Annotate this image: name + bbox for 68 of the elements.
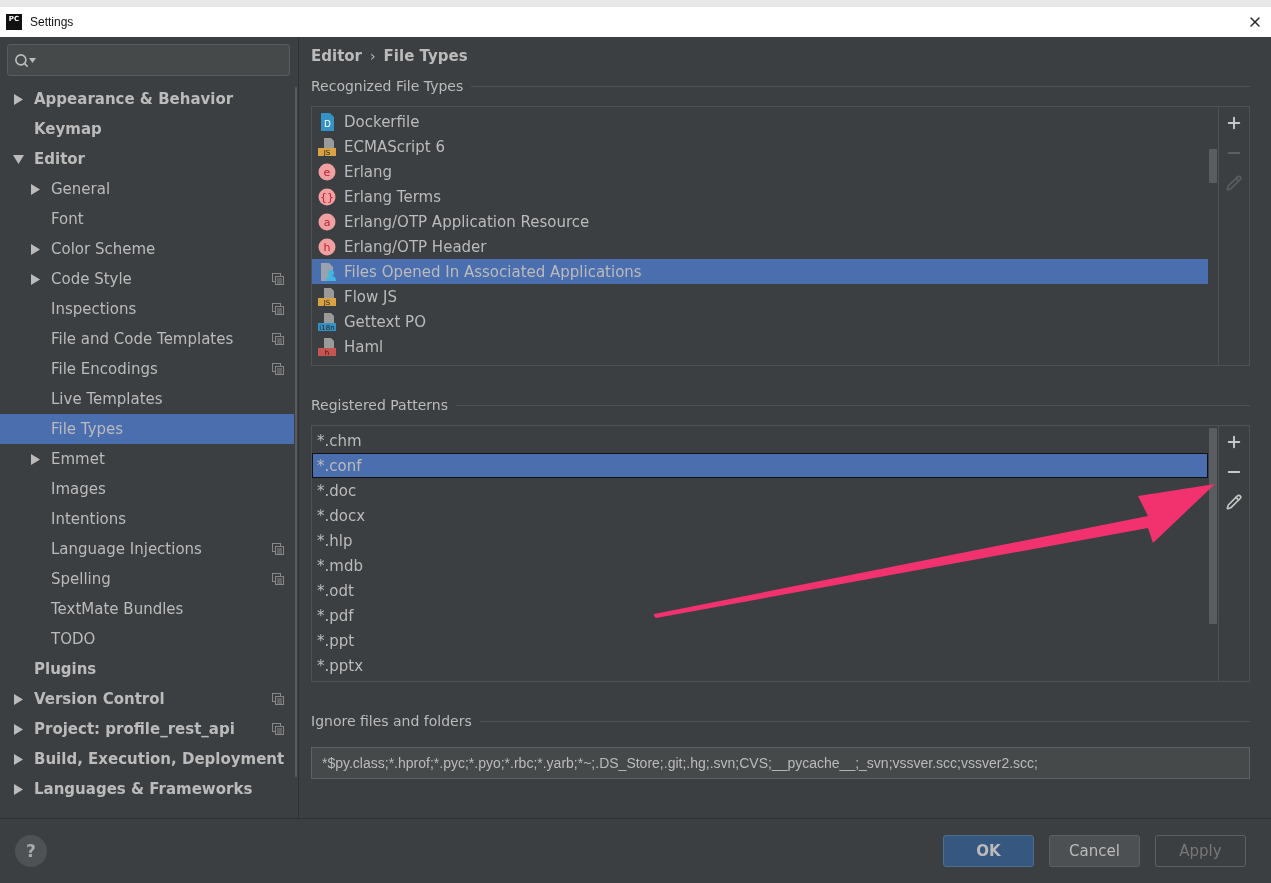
erlang-icon: h [317, 236, 337, 257]
pencil-icon[interactable] [1224, 492, 1244, 512]
tree-item[interactable]: File Encodings [0, 354, 295, 384]
collapsed-arrow-icon[interactable] [12, 753, 24, 765]
tree-item[interactable]: Editor [0, 144, 295, 174]
section-title: Recognized File Types [311, 78, 464, 94]
tree-item[interactable]: Images [0, 474, 295, 504]
pattern-item[interactable]: *.doc [312, 478, 1208, 503]
tree-item[interactable]: Inspections [0, 294, 295, 324]
tree-item[interactable]: Plugins [0, 654, 295, 684]
section-title: Registered Patterns [311, 397, 448, 413]
pattern-item[interactable]: *.pptx [312, 653, 1208, 678]
dialog-button[interactable]: Cancel [1049, 835, 1140, 867]
search-field[interactable] [7, 44, 290, 76]
file-type-item[interactable]: e Erlang [312, 159, 1208, 184]
tree-item[interactable]: Color Scheme [0, 234, 295, 264]
tree-item[interactable]: Appearance & Behavior [0, 84, 295, 114]
tree-item[interactable]: Project: profile_rest_api [0, 714, 295, 744]
scrollbar-thumb[interactable] [1209, 428, 1217, 624]
scrollbar-thumb[interactable] [1209, 149, 1217, 183]
pattern-item[interactable]: *.chm [312, 428, 1208, 453]
file-type-item[interactable]: D Dockerfile [312, 109, 1208, 134]
tree-item[interactable]: General [0, 174, 295, 204]
tree-item[interactable]: Language Injections [0, 534, 295, 564]
collapsed-arrow-icon[interactable] [29, 273, 41, 285]
collapsed-arrow-icon[interactable] [29, 243, 41, 255]
pattern-item[interactable]: *.hlp [312, 528, 1208, 553]
collapsed-arrow-icon[interactable] [12, 723, 24, 735]
pattern-item[interactable]: *.mdb [312, 553, 1208, 578]
collapsed-arrow-icon[interactable] [29, 183, 41, 195]
tree-item[interactable]: Build, Execution, Deployment [0, 744, 295, 774]
erlang-icon: e [317, 161, 337, 182]
tree-item[interactable]: Live Templates [0, 384, 295, 414]
dropdown-caret-icon[interactable] [29, 57, 36, 63]
tree-item[interactable]: Emmet [0, 444, 295, 474]
tree-item[interactable]: Code Style [0, 264, 295, 294]
breadcrumb-item[interactable]: File Types [383, 47, 468, 65]
collapsed-arrow-icon[interactable] [12, 783, 24, 795]
pattern-item[interactable]: *.odt [312, 578, 1208, 603]
pattern-item[interactable]: *.ppt [312, 628, 1208, 653]
search-icon[interactable] [14, 52, 29, 68]
pattern-item[interactable]: *.pdf [312, 603, 1208, 628]
tree-item[interactable]: Spelling [0, 564, 295, 594]
section-title: Ignore files and folders [311, 713, 472, 729]
tree-item[interactable]: Intentions [0, 504, 295, 534]
tree-item[interactable]: TextMate Bundles [0, 594, 295, 624]
help-button[interactable]: ? [15, 835, 47, 867]
tree-item[interactable]: Languages & Frameworks [0, 774, 295, 804]
ok-button[interactable]: OK [943, 835, 1034, 867]
pattern-item[interactable]: *.docx [312, 503, 1208, 528]
breadcrumb-separator: › [370, 48, 376, 64]
expanded-arrow-icon[interactable] [12, 153, 24, 165]
file-type-item[interactable]: h Erlang/OTP Header [312, 234, 1208, 259]
breadcrumb-item[interactable]: Editor [311, 47, 362, 65]
tree-item[interactable]: TODO [0, 624, 295, 654]
collapsed-arrow-icon[interactable] [12, 693, 24, 705]
tree-item[interactable]: File and Code Templates [0, 324, 295, 354]
file-type-item[interactable]: {} Erlang Terms [312, 184, 1208, 209]
ignore-field[interactable]: *$py.class;*.hprof;*.pyc;*.pyo;*.rbc;*.yarb;*~;.DS_Store;.git;.hg;.svn;CVS;__pycache__;_svn;vssver.scc;vssver2.scc; [311, 747, 1250, 779]
file-type-item[interactable]: a Erlang/OTP Application Resource [312, 209, 1208, 234]
window-title: Settings [30, 15, 75, 29]
tree-item[interactable]: Font [0, 204, 295, 234]
erlang-icon: a [317, 211, 337, 232]
collapsed-arrow-icon[interactable] [29, 453, 41, 465]
collapsed-arrow-icon[interactable] [12, 93, 24, 105]
erlang-icon: {} [317, 186, 337, 207]
tree-item[interactable]: Keymap [0, 114, 295, 144]
tree-item[interactable]: Version Control [0, 684, 295, 714]
